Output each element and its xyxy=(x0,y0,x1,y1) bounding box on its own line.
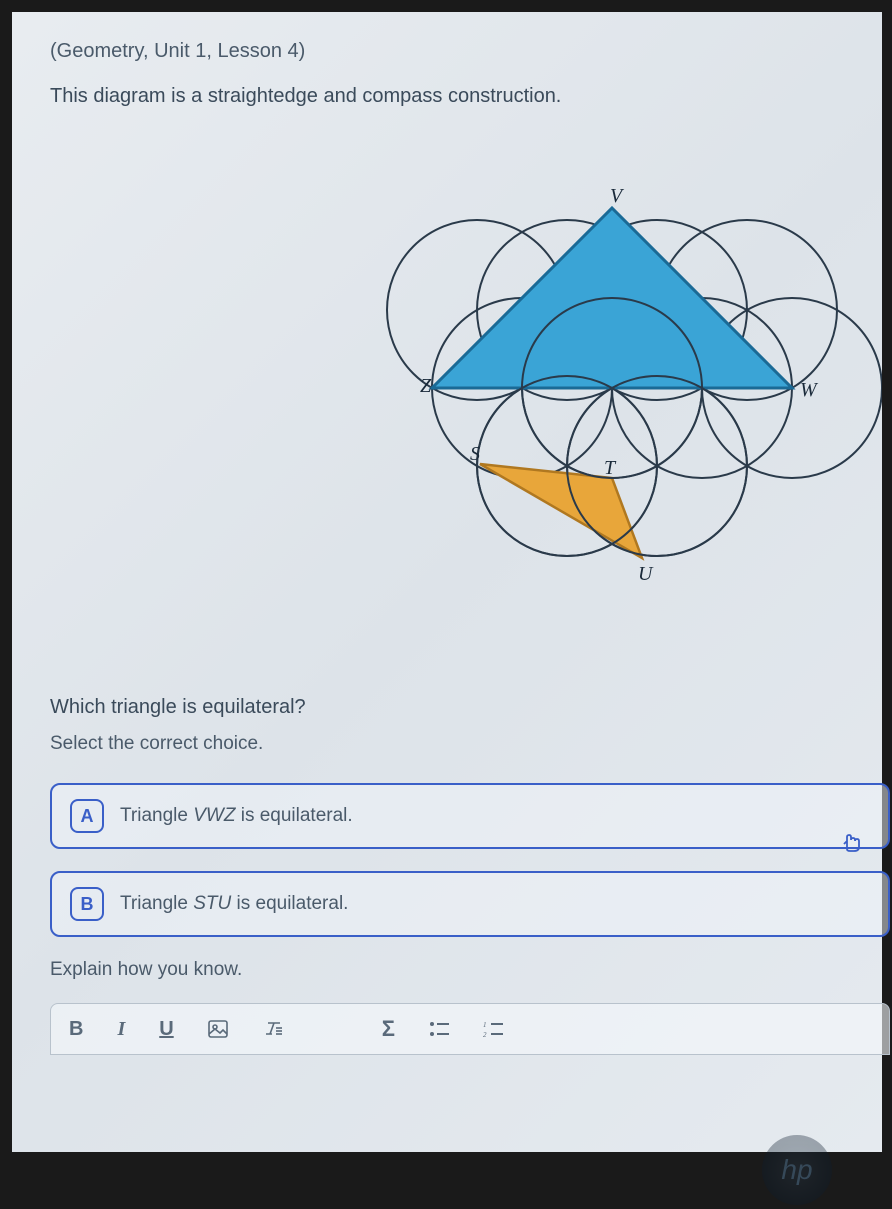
underline-button[interactable]: U xyxy=(159,1018,173,1041)
intro-text: This diagram is a straightedge and compa… xyxy=(50,85,882,108)
explain-label: Explain how you know. xyxy=(50,959,882,981)
instruction-text: Select the correct choice. xyxy=(50,733,882,755)
diagram-container: V W Z S T U xyxy=(50,128,882,688)
breadcrumb: (Geometry, Unit 1, Lesson 4) xyxy=(50,40,882,63)
choice-text-b: Triangle STU is equilateral. xyxy=(120,893,348,915)
pointer-cursor-icon xyxy=(840,829,862,859)
bullet-list-button[interactable] xyxy=(429,1021,449,1037)
choice-letter-a: A xyxy=(70,799,104,833)
label-v: V xyxy=(610,185,625,207)
choice-letter-b: B xyxy=(70,887,104,921)
construction-diagram: V W Z S T U xyxy=(342,128,882,688)
svg-text:2: 2 xyxy=(483,1031,487,1037)
italic-button[interactable]: I xyxy=(117,1018,125,1041)
choice-text-a: Triangle VWZ is equilateral. xyxy=(120,805,353,827)
label-w: W xyxy=(800,379,819,401)
choice-b[interactable]: B Triangle STU is equilateral. xyxy=(50,871,890,937)
question-text: Which triangle is equilateral? xyxy=(50,696,882,719)
clear-format-button[interactable] xyxy=(262,1020,284,1038)
worksheet-page: (Geometry, Unit 1, Lesson 4) This diagra… xyxy=(12,12,882,1152)
bold-button[interactable]: B xyxy=(69,1018,83,1041)
label-s: S xyxy=(470,443,480,465)
hp-logo: hp xyxy=(762,1135,832,1205)
label-z: Z xyxy=(420,375,432,397)
editor-toolbar: B I U Σ 12 xyxy=(50,1003,890,1055)
label-u: U xyxy=(638,563,654,585)
equation-button[interactable]: Σ xyxy=(382,1016,395,1042)
svg-text:1: 1 xyxy=(483,1021,487,1029)
insert-image-button[interactable] xyxy=(208,1020,228,1038)
number-list-button[interactable]: 12 xyxy=(483,1021,503,1037)
label-t: T xyxy=(604,457,617,479)
choice-a[interactable]: A Triangle VWZ is equilateral. xyxy=(50,783,890,849)
